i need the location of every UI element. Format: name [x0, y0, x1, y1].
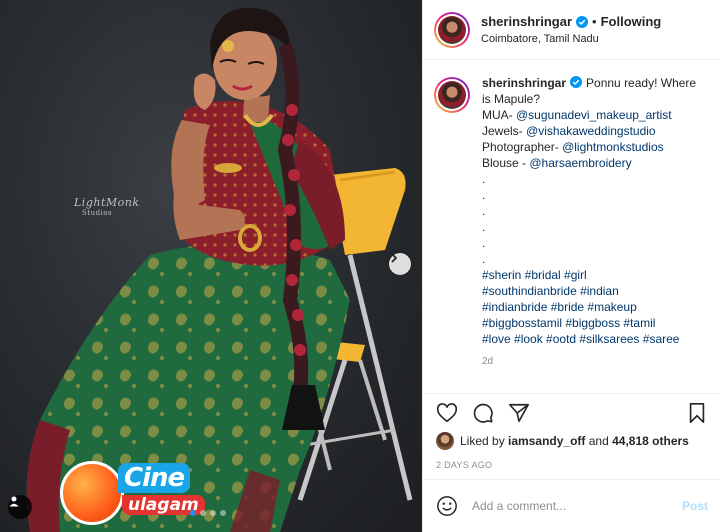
post-image[interactable]: LightMonk Studios Cine ulagam [0, 0, 422, 532]
verified-badge-icon [576, 15, 589, 28]
cineulagam-logo: Cine ulagam [60, 461, 205, 525]
bookmark-icon[interactable] [686, 402, 708, 424]
carousel-indicator [190, 510, 226, 516]
comment-input[interactable] [472, 499, 682, 513]
caption-line: #biggbosstamil #biggboss #tamil [482, 315, 710, 331]
caption-link[interactable]: #love #look #ootd #silksarees #saree [482, 332, 679, 346]
caption-text-segment: . [482, 220, 486, 234]
caption-line: . [482, 251, 710, 267]
post-details-panel: sherinshringar • Following Coimbatore, T… [422, 0, 720, 532]
caption-line: MUA- @sugunadevi_makeup_artist [482, 107, 710, 123]
author-username[interactable]: sherinshringar [481, 14, 572, 29]
caption-text-segment: . [482, 188, 486, 202]
caption-line: . [482, 235, 710, 251]
caption-text: sherinshringar Ponnu ready! Where is Mapul… [482, 75, 710, 347]
caption-line: Photographer- @lightmonkstudios [482, 139, 710, 155]
caption-line: #love #look #ootd #silksarees #saree [482, 331, 710, 347]
location-link[interactable]: Coimbatore, Tamil Nadu [481, 33, 661, 45]
caption-line: is Mapule? [482, 91, 710, 107]
person-icon [9, 496, 19, 507]
carousel-dot [200, 510, 206, 516]
following-button[interactable]: Following [601, 14, 662, 29]
caption-link[interactable]: #sherin #bridal #girl [482, 268, 587, 282]
separator-dot: • [592, 14, 597, 29]
caption-link[interactable]: @harsaembroidery [529, 156, 631, 170]
likes-and: and [588, 434, 609, 448]
verified-badge-icon [570, 76, 583, 88]
likes-prefix: Liked by [460, 434, 505, 448]
chevron-right-icon [391, 253, 398, 263]
comment-icon[interactable] [472, 402, 494, 424]
carousel-dot [210, 510, 216, 516]
liker-username[interactable]: iamsandy_off [508, 434, 585, 448]
logo-line1: Cine [118, 463, 191, 493]
caption-line: Jewels- @vishakaweddingstudio [482, 123, 710, 139]
caption-link[interactable]: #southindianbride #indian [482, 284, 619, 298]
caption-link[interactable]: @lightmonkstudios [562, 140, 664, 154]
caption-text-segment: Ponnu ready! Where [586, 76, 697, 90]
photographer-watermark: LightMonk Studios [74, 196, 140, 217]
caption-link[interactable]: #biggbosstamil #biggboss #tamil [482, 316, 655, 330]
caption-text-segment: is Mapule? [482, 92, 541, 106]
caption-text-segment: . [482, 236, 486, 250]
caption-text-segment: . [482, 252, 486, 266]
caption-section: sherinshringar Ponnu ready! Where is Mapul… [423, 61, 720, 394]
caption-line: #sherin #bridal #girl [482, 267, 710, 283]
caption-line: . [482, 171, 710, 187]
caption-text-segment: . [482, 172, 486, 186]
comment-composer: Post [423, 479, 720, 532]
tagged-users-button[interactable] [8, 495, 32, 519]
likes-summary: Liked by iamsandy_off and 44,818 others [436, 432, 689, 450]
caption-line: . [482, 219, 710, 235]
action-bar [423, 396, 720, 430]
watermark-text: LightMonk [74, 196, 140, 209]
caption-link[interactable]: @sugunadevi_makeup_artist [516, 108, 672, 122]
emoji-icon[interactable] [436, 495, 458, 517]
caption-prefix: Jewels- [482, 124, 527, 138]
watermark-subtext: Studios [82, 209, 113, 217]
carousel-dot [220, 510, 226, 516]
heart-icon[interactable] [436, 402, 458, 424]
carousel-dot [190, 510, 196, 516]
caption-line: Blouse - @harsaembroidery [482, 155, 710, 171]
caption-link[interactable]: @vishakaweddingstudio [526, 124, 656, 138]
share-icon[interactable] [508, 402, 530, 424]
caption-line: . [482, 187, 710, 203]
caption-line: sherinshringar Ponnu ready! Where [482, 75, 710, 91]
caption-timestamp: 2d [482, 356, 494, 367]
caption-link[interactable]: #indianbride #bride #makeup [482, 300, 637, 314]
caption-prefix: MUA- [482, 108, 516, 122]
caption-text-segment: . [482, 204, 486, 218]
caption-prefix: Photographer- [482, 140, 563, 154]
post-comment-button[interactable]: Post [682, 499, 708, 513]
post-header: sherinshringar • Following Coimbatore, T… [423, 0, 720, 60]
caption-line: #southindianbride #indian [482, 283, 710, 299]
caption-username[interactable]: sherinshringar [482, 76, 566, 90]
caption-line: #indianbride #bride #makeup [482, 299, 710, 315]
caption-prefix: Blouse - [482, 156, 530, 170]
caption-avatar[interactable] [434, 77, 470, 113]
liker-avatar[interactable] [436, 432, 454, 450]
bride-illustration [26, 7, 413, 532]
carousel-next-button[interactable] [389, 253, 411, 275]
likes-count[interactable]: 44,818 others [612, 434, 689, 448]
author-avatar[interactable] [434, 11, 470, 48]
film-reel-icon [60, 461, 124, 525]
post-date[interactable]: 2 DAYS AGO [436, 460, 492, 470]
caption-line: . [482, 203, 710, 219]
